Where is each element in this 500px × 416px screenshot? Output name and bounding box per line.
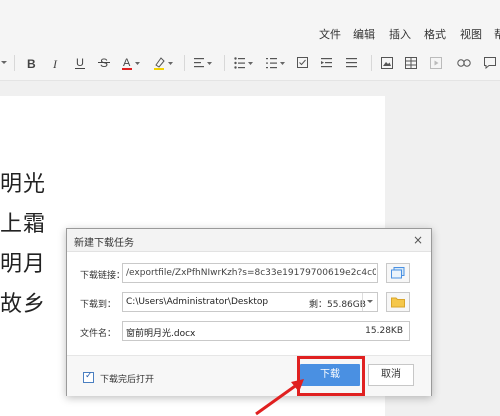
browse-folder-button[interactable] (386, 292, 410, 312)
cancel-button[interactable]: 取消 (368, 364, 414, 386)
link-value: /exportfile/ZxPfhNIwrKzh?s=8c33e19179700… (126, 268, 376, 278)
menu-edit[interactable]: 编辑 (353, 26, 375, 42)
toolbar-divider (184, 55, 185, 71)
dialog-title-bar: 新建下载任务 × (67, 229, 431, 252)
toolbar-divider (224, 55, 225, 71)
file-size: 15.28KB (365, 326, 403, 336)
menu-format[interactable]: 格式 (424, 26, 446, 42)
indent-decrease-icon[interactable] (321, 54, 333, 72)
download-dialog: 新建下载任务 × 下载链接： /exportfile/ZxPfhNIwrKzh?… (66, 228, 432, 396)
filename-field[interactable]: 窗前明月光.docx 15.28KB (122, 321, 410, 341)
filename-label: 文件名： (80, 329, 117, 339)
free-space: 剩：55.86GB (309, 300, 366, 310)
media-icon[interactable] (430, 54, 442, 72)
path-dropdown[interactable] (362, 293, 377, 311)
menu-file[interactable]: 文件 (319, 26, 341, 42)
link-icon[interactable] (457, 54, 471, 72)
path-field[interactable]: C:\Users\Administrator\Desktop 剩：55.86GB (122, 292, 378, 312)
italic-icon[interactable]: I (49, 54, 63, 72)
copy-icon (391, 267, 405, 279)
svg-text:B: B (27, 57, 36, 69)
font-color-icon[interactable]: A (121, 54, 141, 72)
bullet-list-icon[interactable] (234, 54, 254, 72)
svg-text:A: A (123, 57, 131, 69)
table-icon[interactable] (405, 54, 417, 72)
document-line: 明光 (0, 172, 47, 197)
document-line: 上霜 (0, 212, 47, 237)
chevron-down-icon[interactable] (0, 54, 8, 72)
document-line: 明月 (0, 252, 47, 277)
strikethrough-icon[interactable]: S (97, 54, 111, 72)
link-label: 下载链接： (80, 271, 126, 281)
copy-link-button[interactable] (386, 263, 410, 283)
path-value: C:\Users\Administrator\Desktop (126, 297, 269, 307)
svg-text:I: I (52, 57, 58, 69)
document-line: 故乡 (0, 292, 47, 317)
open-after-label: 下载完后打开 (100, 375, 155, 385)
filename-value: 窗前明月光.docx (126, 329, 196, 339)
align-icon[interactable] (194, 54, 214, 72)
menu-insert[interactable]: 插入 (389, 26, 411, 42)
toolbar-divider (371, 55, 372, 71)
menu-help[interactable]: 帮 (494, 26, 500, 42)
checkmark-icon: ✓ (85, 371, 93, 381)
toolbar-divider (14, 55, 15, 71)
open-after-checkbox[interactable]: ✓ (83, 371, 94, 383)
svg-text:U: U (76, 57, 84, 69)
indent-increase-icon[interactable] (346, 54, 358, 72)
link-field[interactable]: /exportfile/ZxPfhNIwrKzh?s=8c33e19179700… (122, 263, 378, 283)
underline-icon[interactable]: U (73, 54, 87, 72)
comment-icon[interactable] (484, 54, 496, 72)
menu-view[interactable]: 视图 (460, 26, 482, 42)
menu-bar: 文件 编辑 插入 格式 视图 帮 (0, 0, 500, 46)
arrow-annotation (255, 379, 304, 416)
path-label: 下载到： (80, 300, 117, 310)
chevron-down-icon (367, 300, 373, 303)
highlight-icon[interactable] (154, 54, 174, 72)
checklist-icon[interactable] (297, 54, 309, 72)
image-icon[interactable] (381, 54, 393, 72)
numbered-list-icon[interactable] (266, 54, 286, 72)
close-icon[interactable]: × (411, 233, 425, 247)
folder-icon (391, 297, 405, 308)
bold-icon[interactable]: B (24, 54, 38, 72)
format-toolbar: B I U S A (0, 46, 500, 81)
dialog-title: 新建下载任务 (74, 238, 134, 249)
